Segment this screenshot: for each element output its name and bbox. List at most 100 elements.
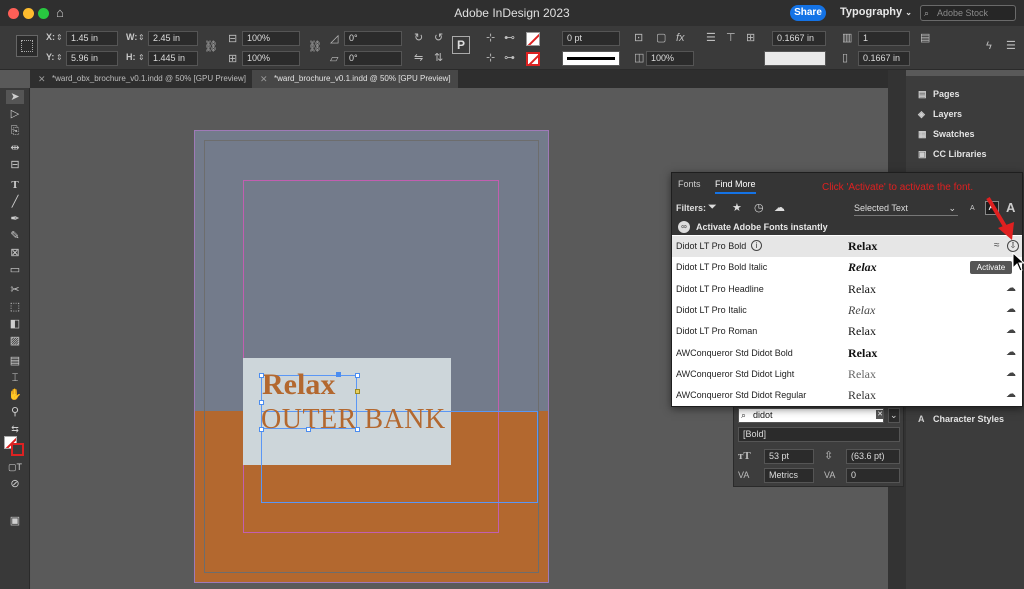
stroke-type-select[interactable] — [562, 51, 620, 66]
adobe-fonts-cloud-icon[interactable]: ☁ — [774, 201, 785, 214]
resize-handle[interactable] — [259, 400, 264, 405]
font-row-didot-headline[interactable]: Didot LT Pro Headline Relax ☁ — [672, 279, 1022, 300]
scale-x-field[interactable]: 100% — [242, 31, 300, 46]
frame-align-center-icon[interactable]: ⊞ — [746, 32, 755, 44]
note-tool-icon[interactable]: ▤ — [6, 354, 24, 368]
font-dropdown-toggle[interactable]: ⌄ — [888, 408, 900, 423]
document-tab-2[interactable]: ✕ *ward_brochure_v0.1.indd @ 50% [GPU Pre… — [252, 70, 458, 88]
direct-select-p-icon[interactable]: P — [452, 36, 470, 54]
apply-none-icon[interactable]: ⊘ — [6, 477, 24, 491]
frame-fitting-icon[interactable]: ⊡ — [634, 32, 643, 44]
cloud-activate-icon[interactable]: ☁ — [1006, 304, 1016, 315]
rectangle-frame-tool-icon[interactable]: ⊠ — [6, 246, 24, 260]
small-size-icon[interactable]: A — [970, 205, 975, 212]
font-row-awconqueror-light[interactable]: AWConqueror Std Didot Light Relax ☁ — [672, 364, 1022, 385]
constrain-proportions-icon[interactable]: ⛓ — [204, 41, 218, 53]
eyedropper-tool-icon[interactable]: ⌶ — [6, 371, 24, 385]
free-transform-tool-icon[interactable]: ⬚ — [6, 300, 24, 314]
stroke-swatch-icon[interactable] — [526, 52, 540, 66]
resize-handle[interactable] — [259, 427, 264, 432]
rotate-cw-icon[interactable]: ↻ — [414, 32, 423, 44]
hand-tool-icon[interactable]: ✋ — [6, 388, 24, 402]
zoom-tool-icon[interactable]: ⚲ — [6, 405, 24, 419]
columns-field[interactable]: 1 — [858, 31, 910, 46]
select-content-icon[interactable]: ⊹ — [486, 52, 495, 64]
cloud-activate-icon[interactable]: ☁ — [1006, 389, 1016, 400]
direct-selection-tool-icon[interactable]: ▷ — [6, 107, 24, 121]
resize-handle[interactable] — [259, 373, 264, 378]
recently-added-clock-icon[interactable]: ◷ — [754, 201, 764, 214]
screen-mode-icon[interactable]: ▣ — [6, 514, 24, 528]
height-field[interactable]: 1.445 in — [148, 51, 198, 66]
font-style-select[interactable]: [Bold] — [738, 427, 900, 442]
info-icon[interactable]: i — [751, 240, 762, 251]
font-row-awconqueror-bold[interactable]: AWConqueror Std Didot Bold Relax ☁ — [672, 343, 1022, 364]
panel-menu-icon[interactable]: ☰ — [1006, 40, 1016, 52]
h-stepper-icon[interactable]: ⇕ — [138, 52, 145, 64]
flip-horizontal-icon[interactable]: ⇋ — [414, 52, 423, 64]
inset-spacing-field[interactable]: 0.1667 in — [772, 31, 826, 46]
stroke-color-icon[interactable] — [11, 443, 24, 456]
type-tool-icon[interactable]: T — [6, 178, 24, 192]
shear-field[interactable]: 0° — [344, 51, 402, 66]
font-row-didot-roman[interactable]: Didot LT Pro Roman Relax ☁ — [672, 321, 1022, 342]
sample-text-select[interactable]: Selected Text ⌄ — [854, 203, 958, 216]
cloud-activate-icon[interactable]: ☁ — [1006, 347, 1016, 358]
y-stepper-icon[interactable]: ⇕ — [56, 52, 63, 64]
resize-handle[interactable] — [355, 427, 360, 432]
share-button[interactable]: Share — [790, 5, 826, 21]
select-container-icon[interactable]: ⊹ — [486, 32, 495, 44]
reference-point-icon[interactable] — [16, 35, 38, 57]
resize-handle[interactable] — [355, 373, 360, 378]
character-styles-panel-tab[interactable]: A Character Styles — [918, 414, 1004, 424]
tab-find-more[interactable]: Find More — [715, 179, 756, 194]
width-field[interactable]: 2.45 in — [148, 31, 198, 46]
select-next-icon[interactable]: ⊶ — [504, 52, 515, 64]
cloud-activate-icon[interactable]: ☁ — [1006, 325, 1016, 336]
cloud-activate-icon[interactable]: ☁ — [1006, 368, 1016, 379]
page-tool-icon[interactable]: ⎘ — [6, 124, 24, 138]
fill-swatch-icon[interactable] — [526, 32, 540, 46]
scale-y-field[interactable]: 100% — [242, 51, 300, 66]
align-text-icon[interactable]: ☰ — [706, 32, 716, 44]
swap-fill-stroke-icon[interactable]: ⇆ — [6, 422, 24, 436]
line-tool-icon[interactable]: ╱ — [6, 195, 24, 209]
pages-panel-tab[interactable]: ▤ Pages — [918, 89, 960, 100]
rotate-ccw-icon[interactable]: ↺ — [434, 32, 443, 44]
rectangle-tool-icon[interactable]: ▭ — [6, 263, 24, 277]
close-tab-icon[interactable]: ✕ — [38, 70, 46, 88]
content-collector-icon[interactable]: ⊟ — [6, 158, 24, 172]
drop-shadow-icon[interactable]: ▢ — [656, 32, 666, 44]
constrain-scale-icon[interactable]: ⛓ — [308, 41, 322, 53]
favorites-star-icon[interactable]: ★ — [732, 201, 742, 214]
layers-panel-tab[interactable]: ◈ Layers — [918, 109, 962, 120]
w-stepper-icon[interactable]: ⇕ — [138, 32, 145, 44]
x-stepper-icon[interactable]: ⇕ — [56, 32, 63, 44]
scissors-tool-icon[interactable]: ✂ — [6, 283, 24, 297]
x-position-field[interactable]: 1.45 in — [66, 31, 118, 46]
workspace-switcher[interactable]: Typography ⌄ — [840, 6, 912, 18]
resize-handle[interactable] — [306, 427, 311, 432]
leading-field[interactable]: (63.6 pt) — [846, 449, 900, 464]
resize-handle[interactable] — [336, 372, 341, 377]
tab-fonts[interactable]: Fonts — [678, 179, 701, 189]
gradient-swatch-tool-icon[interactable]: ◧ — [6, 317, 24, 331]
effects-fx-icon[interactable]: fx — [676, 32, 685, 44]
rotation-field[interactable]: 0° — [344, 31, 402, 46]
stroke-weight-field[interactable]: 0 pt — [562, 31, 620, 46]
close-tab-icon[interactable]: ✕ — [260, 70, 268, 88]
font-family-search[interactable]: ⌕ didot — [738, 408, 884, 423]
y-position-field[interactable]: 5.96 in — [66, 51, 118, 66]
select-previous-icon[interactable]: ⊷ — [504, 32, 515, 44]
pen-tool-icon[interactable]: ✒ — [6, 212, 24, 226]
selection-tool-icon[interactable]: ➤ — [6, 90, 24, 104]
font-row-awconqueror-regular[interactable]: AWConqueror Std Didot Regular Relax ☁ — [672, 385, 1022, 406]
resize-handle[interactable] — [355, 389, 360, 394]
gutter-field[interactable]: 0.1667 in — [858, 51, 910, 66]
flip-vertical-icon[interactable]: ⇅ — [434, 52, 443, 64]
font-row-didot-italic[interactable]: Didot LT Pro Italic Relax ☁ — [672, 300, 1022, 321]
kerning-field[interactable]: Metrics — [764, 468, 814, 483]
tracking-field[interactable]: 0 — [846, 468, 900, 483]
stroke-color-select[interactable] — [764, 51, 826, 66]
opacity-field[interactable]: 100% — [646, 51, 694, 66]
